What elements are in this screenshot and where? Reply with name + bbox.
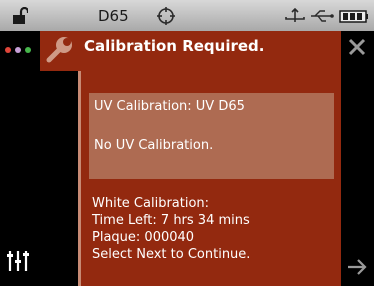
calibration-dialog: Calibration Required. UV Calibration: UV… xyxy=(40,31,341,286)
plaque-number: Plaque: 000040 xyxy=(92,230,195,245)
white-calibration-info: White Calibration: Time Left: 7 hrs 34 m… xyxy=(92,195,250,263)
usb-plug-icon xyxy=(310,0,334,31)
uv-calibration-label: UV Calibration: UV D65 xyxy=(94,99,245,114)
wrench-icon xyxy=(44,35,74,65)
white-calibration-heading: White Calibration: xyxy=(92,196,210,211)
uv-calibration-box: UV Calibration: UV D65 No UV Calibration… xyxy=(89,93,334,179)
battery-icon xyxy=(339,0,369,31)
dialog-divider xyxy=(78,71,81,286)
instruction-text: Select Next to Continue. xyxy=(92,247,251,262)
next-arrow-icon[interactable] xyxy=(346,257,368,277)
dialog-title: Calibration Required. xyxy=(84,37,265,55)
uv-calibration-status: No UV Calibration. xyxy=(94,138,214,153)
dialog-side-panel xyxy=(40,71,78,286)
color-dots-icon[interactable] xyxy=(5,47,35,57)
status-bar: D65 xyxy=(0,0,374,32)
left-rail xyxy=(0,31,40,286)
target-icon xyxy=(156,0,176,31)
close-icon[interactable] xyxy=(347,37,367,57)
sliders-icon[interactable] xyxy=(6,250,30,272)
usb-icon xyxy=(284,0,306,31)
right-rail xyxy=(341,31,374,286)
time-left: Time Left: 7 hrs 34 mins xyxy=(92,213,250,228)
unlock-icon[interactable] xyxy=(12,0,28,31)
illuminant-label: D65 xyxy=(98,6,129,25)
